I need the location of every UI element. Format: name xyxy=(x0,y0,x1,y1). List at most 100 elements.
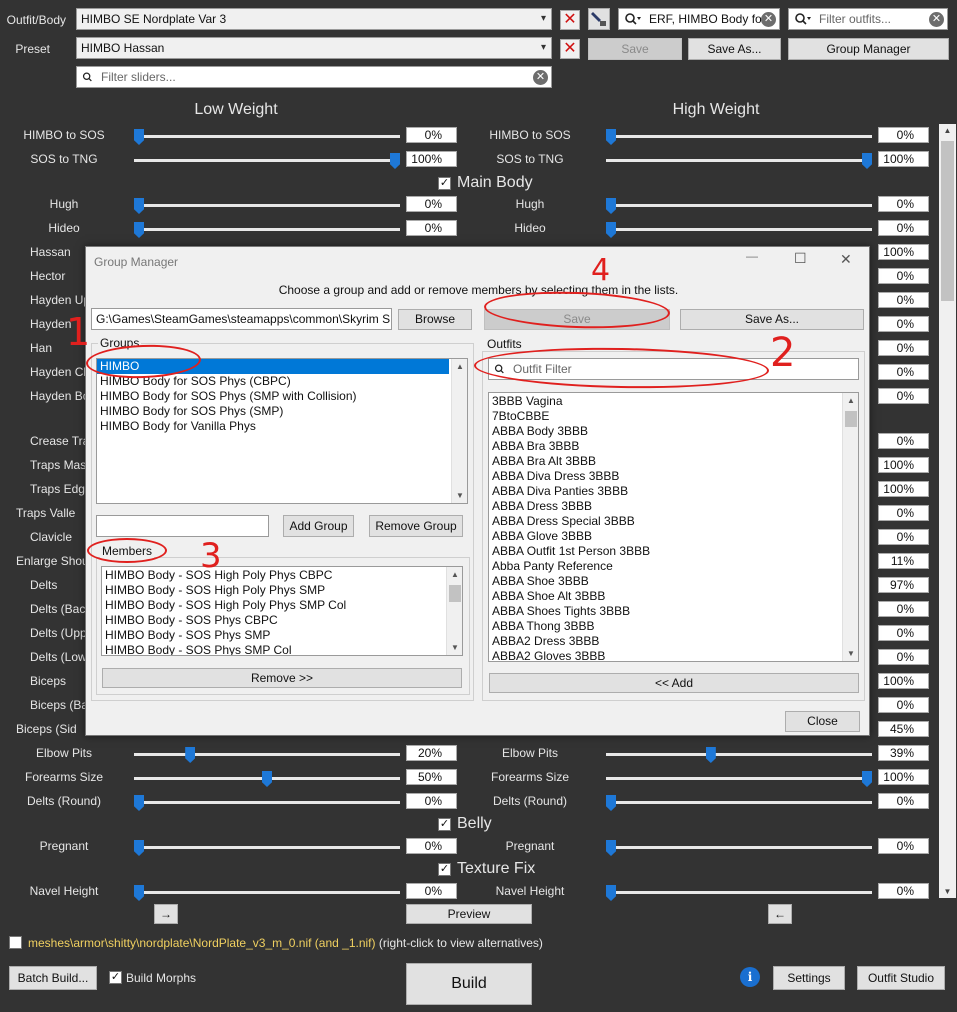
slider-thumb[interactable] xyxy=(705,747,716,763)
group-manager-button[interactable]: Group Manager xyxy=(788,38,949,60)
slider-thumb[interactable] xyxy=(134,198,144,214)
scroll-up-icon[interactable]: ▲ xyxy=(452,359,467,374)
outfit-list-item[interactable]: ABBA Thong 3BBB xyxy=(489,619,858,634)
high-slider[interactable] xyxy=(606,129,872,145)
low-slider[interactable] xyxy=(134,885,400,901)
clear-icon[interactable]: ✕ xyxy=(929,12,944,27)
high-slider[interactable] xyxy=(606,222,872,238)
outfit-list-item[interactable]: ABBA Body 3BBB xyxy=(489,424,858,439)
delete-preset-button[interactable]: ✕ xyxy=(560,39,580,59)
delete-outfit-button[interactable]: ✕ xyxy=(560,10,580,30)
outfit-list-item[interactable]: ABBA Bra Alt 3BBB xyxy=(489,454,858,469)
low-slider[interactable] xyxy=(134,153,400,169)
low-value[interactable]: 0% xyxy=(406,220,457,236)
high-value[interactable]: 0% xyxy=(878,838,929,854)
outfit-list-item[interactable]: ABBA Shoes Tights 3BBB xyxy=(489,604,858,619)
minimize-icon[interactable]: — xyxy=(746,249,758,263)
member-list-item[interactable]: HIMBO Body - SOS High Poly Phys SMP Col xyxy=(102,598,462,613)
preview-button[interactable]: Preview xyxy=(406,904,532,924)
low-slider[interactable] xyxy=(134,747,400,763)
add-group-button[interactable]: Add Group xyxy=(283,515,354,537)
low-value[interactable]: 50% xyxy=(406,769,457,785)
low-value[interactable]: 0% xyxy=(406,838,457,854)
high-value[interactable]: 0% xyxy=(878,388,929,404)
scroll-up-icon[interactable]: ▲ xyxy=(939,126,956,135)
slider-thumb[interactable] xyxy=(262,771,272,787)
members-list-scrollbar[interactable]: ▲ ▼ xyxy=(446,567,462,655)
slider-thumb[interactable] xyxy=(390,153,400,169)
slider-thumb[interactable] xyxy=(134,885,144,901)
outfit-list-item[interactable]: ABBA Dress 3BBB xyxy=(489,499,858,514)
low-value[interactable]: 20% xyxy=(406,745,457,761)
member-list-item[interactable]: HIMBO Body - SOS Phys CBPC xyxy=(102,613,462,628)
high-value[interactable]: 0% xyxy=(878,601,929,617)
scroll-down-icon[interactable]: ▼ xyxy=(447,640,462,655)
outfit-tool-button[interactable] xyxy=(588,8,610,30)
outfits-list[interactable]: 3BBB Vagina 7BtoCBBE ABBA Body 3BBB ABBA Br… xyxy=(488,392,859,662)
low-value[interactable]: 0% xyxy=(406,883,457,899)
high-value[interactable]: 0% xyxy=(878,364,929,380)
high-slider[interactable] xyxy=(606,885,872,901)
high-value[interactable]: 0% xyxy=(878,433,929,449)
scroll-up-icon[interactable]: ▲ xyxy=(843,393,858,408)
outfit-list-item[interactable]: ABBA Bra 3BBB xyxy=(489,439,858,454)
slider-thumb[interactable] xyxy=(862,771,872,787)
slider-thumb[interactable] xyxy=(606,840,616,856)
close-icon[interactable]: ✕ xyxy=(840,251,852,268)
high-value[interactable]: 0% xyxy=(878,196,929,212)
slider-filter-input[interactable]: Filter sliders... ✕ xyxy=(76,66,552,88)
clear-icon[interactable]: ✕ xyxy=(533,70,548,85)
low-slider[interactable] xyxy=(134,129,400,145)
high-value[interactable]: 97% xyxy=(878,577,929,593)
outfit-list-item[interactable]: ABBA Diva Dress 3BBB xyxy=(489,469,858,484)
member-list-item[interactable]: HIMBO Body - SOS Phys SMP Col xyxy=(102,643,462,655)
high-value[interactable]: 0% xyxy=(878,268,929,284)
outfit-list-item[interactable]: Abba Panty Reference xyxy=(489,559,858,574)
slider-thumb[interactable] xyxy=(606,795,616,811)
high-value[interactable]: 100% xyxy=(878,244,929,260)
high-slider[interactable] xyxy=(606,747,872,763)
member-list-item[interactable]: HIMBO Body - SOS High Poly Phys CBPC xyxy=(102,568,462,583)
high-value[interactable]: 0% xyxy=(878,220,929,236)
high-value[interactable]: 0% xyxy=(878,883,929,899)
settings-button[interactable]: Settings xyxy=(773,966,845,990)
outfit-list-item[interactable]: 7BtoCBBE xyxy=(489,409,858,424)
high-value[interactable]: 0% xyxy=(878,127,929,143)
low-value[interactable]: 0% xyxy=(406,127,457,143)
high-value[interactable]: 0% xyxy=(878,529,929,545)
outfit-studio-button[interactable]: Outfit Studio xyxy=(857,966,945,990)
low-slider[interactable] xyxy=(134,795,400,811)
high-value[interactable]: 45% xyxy=(878,721,929,737)
slider-panel-scrollbar[interactable]: ▲ ▼ xyxy=(939,124,956,898)
scroll-up-icon[interactable]: ▲ xyxy=(447,567,462,582)
high-value[interactable]: 0% xyxy=(878,697,929,713)
mesh-path-line[interactable]: meshes\armor\shitty\nordplate\NordPlate_… xyxy=(28,936,543,950)
slider-thumb[interactable] xyxy=(134,795,144,811)
belly-checkbox[interactable]: ✓ xyxy=(438,818,451,831)
batch-build-button[interactable]: Batch Build... xyxy=(9,966,97,990)
high-slider[interactable] xyxy=(606,198,872,214)
low-value[interactable]: 0% xyxy=(406,196,457,212)
low-slider[interactable] xyxy=(134,198,400,214)
clear-icon[interactable]: ✕ xyxy=(761,12,776,27)
copy-to-low-button[interactable]: → xyxy=(154,904,178,924)
high-slider[interactable] xyxy=(606,771,872,787)
high-value[interactable]: 0% xyxy=(878,505,929,521)
add-member-button[interactable]: << Add xyxy=(489,673,859,693)
slider-thumb[interactable] xyxy=(134,129,144,145)
dialog-save-as-button[interactable]: Save As... xyxy=(680,309,864,330)
outfit-list-item[interactable]: 3BBB Vagina xyxy=(489,394,858,409)
high-value[interactable]: 0% xyxy=(878,793,929,809)
group-file-path-input[interactable]: G:\Games\SteamGames\steamapps\common\Sky… xyxy=(91,308,392,330)
member-list-item[interactable]: HIMBO Body - SOS Phys SMP xyxy=(102,628,462,643)
outfit-list-item[interactable]: ABBA Glove 3BBB xyxy=(489,529,858,544)
preset-select[interactable]: HIMBO Hassan ▾ xyxy=(76,37,552,59)
save-preset-button[interactable]: Save xyxy=(588,38,682,60)
outfit-list-item[interactable]: ABBA Dress Special 3BBB xyxy=(489,514,858,529)
high-slider[interactable] xyxy=(606,153,872,169)
members-list[interactable]: HIMBO Body - SOS High Poly Phys CBPC HIMB… xyxy=(101,566,463,656)
high-value[interactable]: 11% xyxy=(878,553,929,569)
slider-thumb[interactable] xyxy=(134,222,144,238)
high-slider[interactable] xyxy=(606,795,872,811)
group-list-item[interactable]: HIMBO Body for SOS Phys (SMP with Collis… xyxy=(97,389,467,404)
